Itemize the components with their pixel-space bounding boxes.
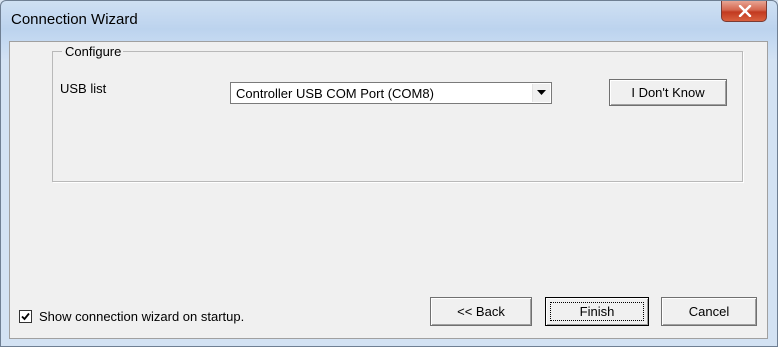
chevron-down-icon bbox=[537, 90, 546, 95]
back-button[interactable]: << Back bbox=[430, 297, 532, 326]
close-button[interactable] bbox=[721, 1, 767, 22]
show-on-startup-checkbox[interactable] bbox=[19, 310, 32, 323]
focus-rect bbox=[550, 302, 644, 321]
window-title: Connection Wizard bbox=[11, 11, 138, 28]
usb-list-label: USB list bbox=[60, 81, 107, 96]
connection-wizard-window: Connection Wizard Configure USB list Con… bbox=[0, 0, 778, 347]
title-bar[interactable]: Connection Wizard bbox=[1, 1, 777, 41]
usb-list-dropdown-button[interactable] bbox=[532, 84, 550, 102]
close-icon bbox=[738, 5, 752, 17]
check-icon bbox=[21, 312, 30, 321]
dialog-body: Configure USB list Controller USB COM Po… bbox=[9, 41, 768, 339]
usb-list-dropdown[interactable]: Controller USB COM Port (COM8) bbox=[230, 82, 552, 104]
finish-button[interactable]: Finish bbox=[545, 297, 649, 326]
usb-list-selected-value: Controller USB COM Port (COM8) bbox=[236, 86, 434, 101]
i-dont-know-button[interactable]: I Don't Know bbox=[609, 79, 727, 106]
cancel-button[interactable]: Cancel bbox=[661, 297, 757, 326]
configure-group-label: Configure bbox=[62, 44, 124, 59]
configure-groupbox: Configure USB list Controller USB COM Po… bbox=[52, 44, 743, 182]
show-on-startup-label: Show connection wizard on startup. bbox=[39, 309, 245, 324]
